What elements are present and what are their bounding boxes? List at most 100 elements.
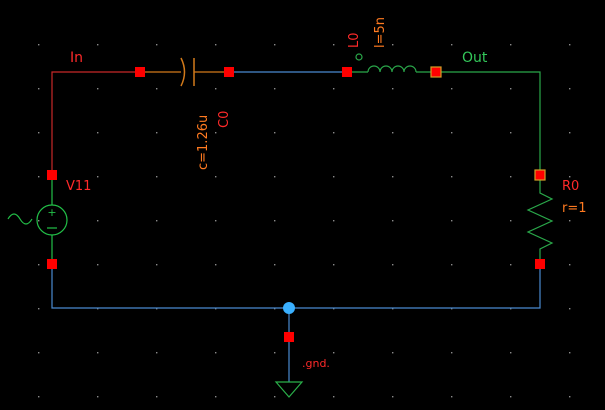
grid-dot [392, 176, 394, 178]
grid-dot [333, 352, 335, 354]
grid-dot [215, 352, 217, 354]
grid-dot [510, 220, 512, 222]
grid-dot [392, 88, 394, 90]
net-label-out[interactable]: Out [462, 50, 488, 66]
grid-dot [451, 352, 453, 354]
grid-dot [215, 220, 217, 222]
grid-dot [97, 44, 99, 46]
grid-dot [97, 396, 99, 398]
grid-dot [451, 132, 453, 134]
grid-dot [156, 176, 158, 178]
grid-dot [215, 176, 217, 178]
pin-l0-right[interactable] [430, 66, 442, 78]
grid-dot [392, 352, 394, 354]
pin-v11-plus[interactable] [47, 170, 57, 180]
grid-dot [392, 132, 394, 134]
pin-v11-minus[interactable] [47, 259, 57, 269]
grid-dot [274, 264, 276, 266]
grid-dot [274, 88, 276, 90]
grid-dot [274, 176, 276, 178]
grid-dot [392, 220, 394, 222]
grid-dot [274, 396, 276, 398]
grid-dot [569, 264, 571, 266]
pin-r0-top[interactable] [534, 169, 546, 181]
grid-dot [510, 396, 512, 398]
grid-dot [38, 352, 40, 354]
grid-dot [97, 88, 99, 90]
grid-dot [38, 220, 40, 222]
grid-dot [333, 264, 335, 266]
grid-dot [156, 88, 158, 90]
grid-dot [274, 220, 276, 222]
grid-dot [333, 220, 335, 222]
grid-dot [333, 88, 335, 90]
grid-dot [38, 264, 40, 266]
inductor-value-label[interactable]: l=5n [373, 17, 388, 48]
grid-dot [38, 176, 40, 178]
grid-dot [156, 132, 158, 134]
grid-dot [451, 44, 453, 46]
grid-dot [510, 132, 512, 134]
net-label-gnd[interactable]: .gnd. [302, 357, 330, 370]
grid-dot [569, 176, 571, 178]
grid-dot [569, 352, 571, 354]
grid-dot [215, 264, 217, 266]
resistor-value-label[interactable]: r=1 [562, 201, 587, 216]
grid-dot [274, 352, 276, 354]
grid-dot [569, 132, 571, 134]
capacitor-value-label[interactable]: c=1.26u [196, 115, 211, 170]
grid-dot [451, 220, 453, 222]
grid-dot [156, 220, 158, 222]
pin-ground[interactable] [284, 332, 294, 342]
grid-dot [215, 396, 217, 398]
pin-c0-left[interactable] [135, 67, 145, 77]
grid-dot [38, 396, 40, 398]
grid-dot [215, 132, 217, 134]
grid-dot [274, 44, 276, 46]
grid-dot [274, 132, 276, 134]
grid-dot [510, 176, 512, 178]
grid-dot [392, 44, 394, 46]
grid-dot [569, 308, 571, 310]
grid-dot [510, 352, 512, 354]
grid-dot [97, 264, 99, 266]
resistor-name-label[interactable]: R0 [562, 179, 579, 194]
grid-dot [156, 396, 158, 398]
grid-dot [392, 264, 394, 266]
inductor-name-label[interactable]: L0 [347, 32, 362, 48]
grid-dot [451, 176, 453, 178]
grid-dot [215, 88, 217, 90]
pin-r0-bottom[interactable] [535, 259, 545, 269]
grid-dot [510, 44, 512, 46]
grid-dot [97, 352, 99, 354]
canvas-background [0, 0, 605, 410]
schematic-canvas[interactable]: + In Out V11 c=1.26u C0 L0 l=5n R0 r=1 .… [0, 0, 605, 410]
source-name-label[interactable]: V11 [66, 179, 91, 194]
grid-dot [38, 44, 40, 46]
grid-dot [156, 44, 158, 46]
grid-dot [451, 88, 453, 90]
grid-dot [569, 220, 571, 222]
grid-dot [569, 44, 571, 46]
junction-dot[interactable] [283, 302, 295, 314]
grid-dot [569, 88, 571, 90]
grid-dot [97, 132, 99, 134]
capacitor-name-label[interactable]: C0 [217, 111, 232, 128]
pin-c0-right[interactable] [224, 67, 234, 77]
grid-dot [333, 176, 335, 178]
grid-dot [97, 176, 99, 178]
grid-dot [215, 44, 217, 46]
grid-dot [333, 132, 335, 134]
net-label-in[interactable]: In [70, 50, 83, 66]
pin-l0-left[interactable] [342, 67, 352, 77]
grid-dot [510, 88, 512, 90]
grid-dot [392, 396, 394, 398]
grid-dot [451, 396, 453, 398]
grid-dot [38, 132, 40, 134]
source-plus-sign: + [47, 206, 56, 219]
grid-dot [38, 308, 40, 310]
grid-dot [333, 396, 335, 398]
grid-dot [569, 396, 571, 398]
grid-dot [451, 264, 453, 266]
grid-dot [156, 264, 158, 266]
